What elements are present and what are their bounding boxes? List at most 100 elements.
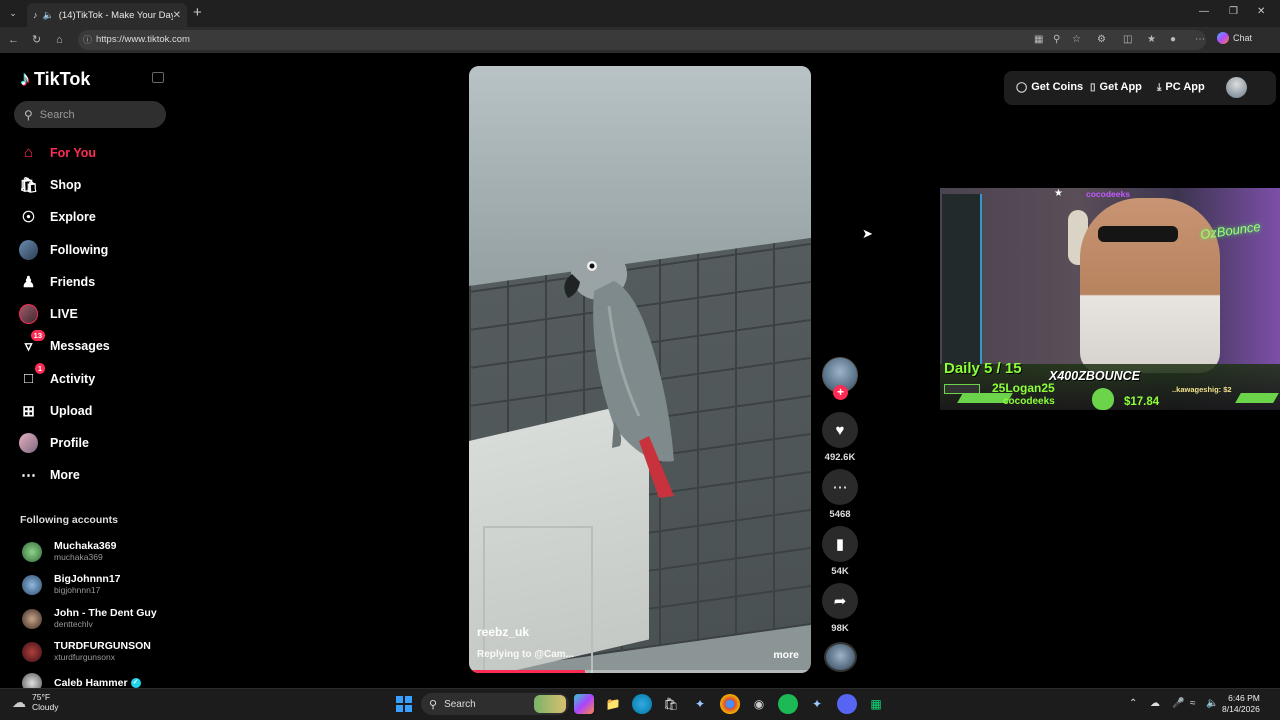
profile-avatar-icon <box>19 432 38 453</box>
alien-mascot-icon <box>1092 388 1114 410</box>
clock-time: 6:46 PM <box>1228 693 1260 703</box>
favorite-star-icon[interactable]: ☆ <box>1072 34 1081 46</box>
chrome-icon[interactable] <box>720 694 740 714</box>
tab-actions-icon[interactable]: ⌄ <box>6 6 20 20</box>
pc-app-button[interactable]: ⤓ PC App <box>1157 81 1205 93</box>
new-tab-icon[interactable]: + <box>193 5 202 20</box>
following-accounts-header: Following accounts <box>20 514 119 526</box>
close-tab-icon[interactable]: ✕ <box>173 10 181 21</box>
save-button[interactable]: ▮ 54K <box>822 526 858 577</box>
onedrive-icon[interactable]: ☁ <box>1150 698 1160 709</box>
comment-button[interactable]: ⋯ 5468 <box>822 469 858 520</box>
copilot-icon[interactable] <box>574 694 594 714</box>
live-icon <box>19 303 38 324</box>
following-account[interactable]: BigJohnnn17 bigjohnnn17 <box>22 573 121 596</box>
copilot-icon <box>1217 32 1229 44</box>
home-icon[interactable]: ⌂ <box>56 33 63 47</box>
heart-icon: ♥ <box>822 412 858 448</box>
sidebar-item-activity[interactable]: □ 1 Activity <box>19 363 95 388</box>
zoom-icon[interactable]: ⚲ <box>1053 34 1060 46</box>
following-account[interactable]: John - The Dent Guy denttechlv <box>22 607 157 630</box>
music-disc-icon[interactable] <box>824 642 857 672</box>
user-avatar[interactable] <box>1226 77 1247 98</box>
video-author[interactable]: reebz_uk <box>477 625 529 639</box>
brand-name: TikTok <box>34 69 91 89</box>
back-icon[interactable]: ← <box>8 33 19 47</box>
close-window-icon[interactable]: ✕ <box>1257 6 1265 17</box>
sidebar-item-explore[interactable]: ☉ Explore <box>19 207 96 226</box>
refresh-icon[interactable]: ↻ <box>32 33 41 47</box>
friends-icon: ♟ <box>21 273 36 291</box>
wifi-icon[interactable]: ≈ <box>1190 698 1196 709</box>
sidebar-item-more[interactable]: ⋯ More <box>19 465 80 484</box>
browser-tab-bar: ⌄ ♪ 🔈 (14)TikTok - Make Your Day ✕ + — ❐… <box>0 0 1280 27</box>
app-available-icon[interactable]: ▦ <box>1034 34 1043 46</box>
account-name: Muchaka369 <box>54 540 117 552</box>
taskbar-search[interactable]: ⚲ Search <box>421 693 569 715</box>
following-account[interactable]: TURDFURGUNSON xturdfurgunsonx <box>22 640 151 663</box>
system-clock[interactable]: 6:46 PM 8/14/2026 <box>1222 693 1260 715</box>
spotify-icon[interactable] <box>778 694 798 714</box>
sidebar-item-for-you[interactable]: ⌂ For You <box>19 143 96 162</box>
sidebar-item-live[interactable]: LIVE <box>19 303 78 324</box>
browser-tab[interactable]: ♪ 🔈 (14)TikTok - Make Your Day ✕ <box>27 3 187 27</box>
like-button[interactable]: ♥ 492.6K <box>822 412 858 463</box>
messages-icon: ▿ 13 <box>19 330 45 355</box>
sidebar-item-friends[interactable]: ♟ Friends <box>19 272 95 291</box>
follow-plus-icon[interactable]: + <box>833 385 848 400</box>
show-hidden-icons-icon[interactable]: ⌃ <box>1129 698 1137 709</box>
favorites-icon[interactable]: ★ <box>1147 34 1156 46</box>
donation-ticker: ..kawageshig: $2 <box>1172 385 1232 394</box>
share-button[interactable]: ➦ 98K <box>822 583 858 634</box>
activity-badge: 1 <box>34 363 45 374</box>
tiktok-note-icon: ♪ <box>20 68 30 90</box>
taskbar-search-label: Search <box>444 698 476 710</box>
video-player[interactable]: reebz_uk Replying to @Cam... more <box>469 66 811 673</box>
activity-icon: □ 1 <box>19 363 45 388</box>
comment-icon: ⋯ <box>822 469 858 505</box>
split-screen-icon[interactable]: ◫ <box>1123 34 1132 46</box>
edge-browser-icon[interactable] <box>632 694 652 714</box>
sidebar-item-profile[interactable]: Profile <box>19 432 89 453</box>
excel-icon[interactable]: ▦ <box>866 694 886 714</box>
search-input[interactable]: ⚲ Search <box>14 101 166 128</box>
sidebar-item-shop[interactable]: 🛍 Shop <box>19 175 81 194</box>
github-icon[interactable]: ◉ <box>749 694 769 714</box>
file-explorer-icon[interactable]: 📁 <box>603 694 623 714</box>
profile-avatar-icon[interactable]: ● <box>1170 34 1176 46</box>
overlay-top-name: cocodeeks <box>1086 189 1130 199</box>
copilot-chat-button[interactable]: Chat <box>1217 32 1252 44</box>
share-count: 98K <box>831 623 849 634</box>
get-app-label: Get App <box>1099 81 1142 93</box>
sidebar-item-following[interactable]: Following <box>19 239 108 260</box>
sidebar-item-label: Messages <box>50 338 110 353</box>
microphone-icon[interactable]: 🎤 <box>1172 698 1184 709</box>
clock-date: 8/14/2026 <box>1222 704 1260 714</box>
video-progress-bar[interactable] <box>469 670 811 673</box>
speaker-icon[interactable]: 🔈 <box>43 10 54 21</box>
discord-icon[interactable] <box>837 694 857 714</box>
get-app-button[interactable]: ▯ Get App <box>1090 81 1142 93</box>
collapse-sidebar-icon[interactable] <box>152 72 164 83</box>
maximize-icon[interactable]: ❐ <box>1229 6 1238 17</box>
sidebar-item-messages[interactable]: ▿ 13 Messages <box>19 330 110 355</box>
avatar <box>22 641 42 662</box>
account-name: John - The Dent Guy <box>54 607 157 619</box>
more-menu-icon[interactable]: ⋯ <box>1195 34 1205 46</box>
extensions-icon[interactable]: ⚙ <box>1097 34 1106 46</box>
top-donor: 25Logan25 <box>992 381 1055 395</box>
steam-icon[interactable]: ✦ <box>807 694 827 714</box>
caption-more-link[interactable]: more <box>773 649 799 661</box>
get-coins-button[interactable]: ◯ Get Coins <box>1016 81 1083 93</box>
minimize-icon[interactable]: — <box>1199 6 1209 17</box>
tiktok-logo[interactable]: ♪ TikTok <box>20 68 90 91</box>
steam-icon[interactable]: ✦ <box>690 694 710 714</box>
windows-start-icon[interactable] <box>396 696 412 712</box>
microsoft-store-icon[interactable]: 🛍 <box>661 694 681 714</box>
volume-icon[interactable]: 🔈 <box>1206 698 1218 709</box>
weather-widget[interactable]: ☁ 75°F Cloudy <box>12 692 58 712</box>
sidebar-item-upload[interactable]: ⊞ Upload <box>19 401 92 420</box>
following-account[interactable]: Muchaka369 muchaka369 <box>22 540 116 563</box>
bookmark-icon: ▮ <box>822 526 858 562</box>
sidebar-item-label: For You <box>50 145 97 160</box>
